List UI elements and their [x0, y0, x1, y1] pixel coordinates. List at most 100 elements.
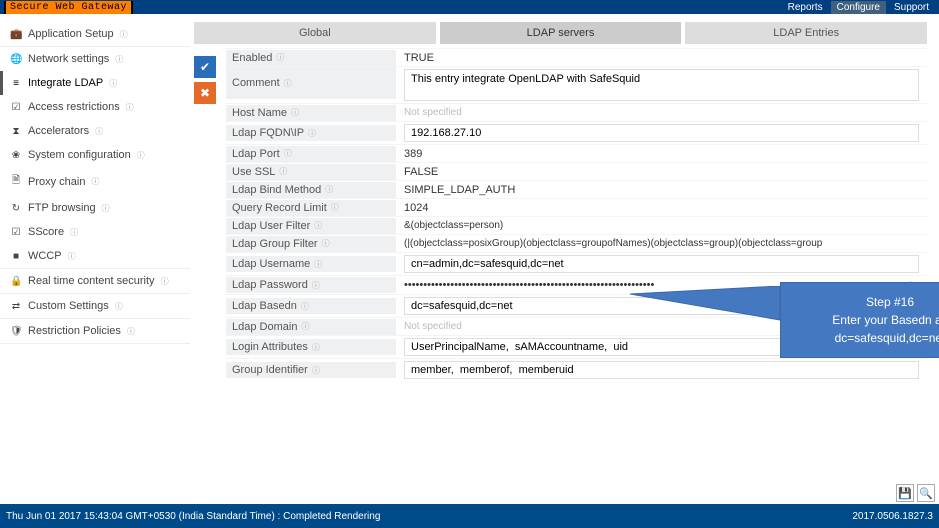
- info-icon: ⓘ: [312, 280, 320, 291]
- info-icon: ⓘ: [301, 321, 309, 332]
- info-icon: ⓘ: [102, 203, 110, 214]
- info-icon: ⓘ: [91, 176, 99, 187]
- check-icon: ☑: [10, 102, 22, 113]
- shield-icon: 🛡: [10, 326, 22, 337]
- search-icon[interactable]: 🔍: [917, 484, 935, 502]
- fqdn-input[interactable]: [404, 124, 919, 142]
- save-icon[interactable]: 💾: [896, 484, 914, 502]
- nav-reports[interactable]: Reports: [782, 1, 829, 14]
- field-label: Login Attributes: [232, 341, 308, 353]
- sidebar-item-restriction-policies[interactable]: 🛡 Restriction Policies ⓘ: [0, 319, 190, 343]
- field-label: Ldap User Filter: [232, 220, 310, 232]
- info-icon: ⓘ: [127, 326, 135, 337]
- sidebar-item-access-restrictions[interactable]: ☑ Access restrictions ⓘ: [0, 95, 190, 119]
- timer-icon: ⧗: [10, 126, 22, 137]
- reclimit-value[interactable]: 1024: [396, 200, 927, 216]
- sidebar-item-sscore[interactable]: ☑SScoreⓘ: [0, 220, 190, 244]
- comment-input[interactable]: [404, 69, 919, 101]
- info-icon: ⓘ: [314, 220, 322, 231]
- sidebar-item-network-settings[interactable]: 🌐Network settingsⓘ: [0, 47, 190, 71]
- info-icon: ⓘ: [95, 126, 103, 137]
- info-icon: ⓘ: [161, 276, 169, 287]
- ssl-value[interactable]: FALSE: [396, 164, 927, 180]
- confirm-button[interactable]: ✔: [194, 56, 216, 78]
- sidebar-item-accelerators[interactable]: ⧗ Accelerators ⓘ: [0, 119, 190, 143]
- sidebar-item-ftp-browsing[interactable]: ↻ FTP browsing ⓘ: [0, 196, 190, 220]
- info-icon: ⓘ: [115, 54, 123, 65]
- tab-ldap-servers[interactable]: LDAP servers: [440, 22, 682, 44]
- sidebar-item-label: Restriction Policies: [28, 325, 121, 337]
- info-icon: ⓘ: [312, 342, 320, 353]
- field-label: Use SSL: [232, 166, 275, 178]
- basedn-input[interactable]: [404, 297, 919, 315]
- sidebar-item-label: Network settings: [28, 53, 109, 65]
- port-value[interactable]: 389: [396, 146, 927, 162]
- sidebar-item-label: WCCP: [28, 250, 62, 262]
- groupid-input[interactable]: [404, 361, 919, 379]
- field-label: Query Record Limit: [232, 202, 327, 214]
- info-icon: ⓘ: [70, 227, 78, 238]
- username-input[interactable]: [404, 255, 919, 273]
- list-icon: ≡: [10, 78, 22, 89]
- field-label: Ldap Bind Method: [232, 184, 321, 196]
- info-icon: ⓘ: [308, 128, 316, 139]
- password-masked[interactable]: ••••••••••••••••••••••••••••••••••••••••…: [404, 279, 903, 291]
- info-icon: ⓘ: [115, 301, 123, 312]
- info-icon: ⓘ: [331, 202, 339, 213]
- sidebar-item-custom-settings[interactable]: ⇄Custom Settingsⓘ: [0, 294, 190, 318]
- groupfilter-value[interactable]: (|(objectclass=posixGroup)(objectclass=g…: [396, 236, 927, 251]
- field-label: Ldap Group Filter: [232, 238, 318, 250]
- bind-value[interactable]: SIMPLE_LDAP_AUTH: [396, 182, 927, 198]
- info-icon: ⓘ: [109, 78, 117, 89]
- sidebar-item-application-setup[interactable]: 💼Application Setupⓘ: [0, 22, 190, 46]
- tab-ldap-entries[interactable]: LDAP Entries: [685, 22, 927, 44]
- top-nav: Reports Configure Support: [782, 1, 935, 14]
- sidebar-item-label: Accelerators: [28, 125, 89, 137]
- sidebar-item-integrate-ldap[interactable]: ≡Integrate LDAPⓘ: [0, 71, 190, 95]
- info-icon: ⓘ: [137, 150, 145, 161]
- lock-icon: 🔒: [10, 276, 22, 287]
- sidebar-item-wccp[interactable]: ■WCCPⓘ: [0, 244, 190, 268]
- nav-support[interactable]: Support: [888, 1, 935, 14]
- field-label: Enabled: [232, 52, 272, 64]
- enabled-value[interactable]: TRUE: [396, 50, 927, 66]
- info-icon: ⓘ: [276, 52, 284, 63]
- tabs: Global LDAP servers LDAP Entries: [194, 22, 927, 44]
- sidebar-item-proxy-chain[interactable]: 🗎 Proxy chain ⓘ: [0, 167, 190, 196]
- info-icon: ⓘ: [126, 102, 134, 113]
- nav-configure[interactable]: Configure: [831, 1, 886, 14]
- send-icon[interactable]: ➤: [909, 278, 919, 292]
- info-icon: ⓘ: [301, 301, 309, 312]
- sidebar-item-label: Application Setup: [28, 28, 114, 40]
- info-icon: ⓘ: [120, 29, 128, 40]
- square-icon: ■: [10, 251, 22, 262]
- sidebar-item-label: Proxy chain: [28, 176, 85, 188]
- info-icon: ⓘ: [322, 238, 330, 249]
- info-icon: ⓘ: [325, 184, 333, 195]
- loginattr-input[interactable]: [404, 338, 919, 356]
- refresh-icon: ↻: [10, 203, 22, 214]
- info-icon: ⓘ: [291, 107, 299, 118]
- field-label: Ldap Password: [232, 279, 308, 291]
- tab-global[interactable]: Global: [194, 22, 436, 44]
- brand-logo: Secure Web Gateway: [4, 1, 133, 14]
- sidebar-item-system-configuration[interactable]: ❀System configurationⓘ: [0, 143, 190, 167]
- document-icon: 🗎: [10, 173, 22, 190]
- info-icon: ⓘ: [314, 259, 322, 270]
- field-label: Ldap Username: [232, 258, 310, 270]
- field-label: Ldap Port: [232, 148, 280, 160]
- sidebar-item-label: SScore: [28, 226, 64, 238]
- sidebar-item-label: FTP browsing: [28, 202, 96, 214]
- field-label: Comment: [232, 77, 280, 89]
- domain-value[interactable]: Not specified: [396, 319, 927, 334]
- ldap-form: Enabled ⓘ TRUE Comment ⓘ Host Name ⓘ Not spec…: [226, 48, 927, 381]
- sliders-icon: ⇄: [10, 301, 22, 312]
- userfilter-value[interactable]: &(objectclass=person): [396, 218, 927, 233]
- delete-button[interactable]: ✖: [194, 82, 216, 104]
- sidebar-item-realtime-security[interactable]: 🔒Real time content securityⓘ: [0, 269, 190, 293]
- hostname-value[interactable]: Not specified: [396, 105, 927, 120]
- field-label: Host Name: [232, 107, 287, 119]
- sidebar-item-label: System configuration: [28, 149, 131, 161]
- sidebar-item-label: Access restrictions: [28, 101, 120, 113]
- info-icon: ⓘ: [312, 365, 320, 376]
